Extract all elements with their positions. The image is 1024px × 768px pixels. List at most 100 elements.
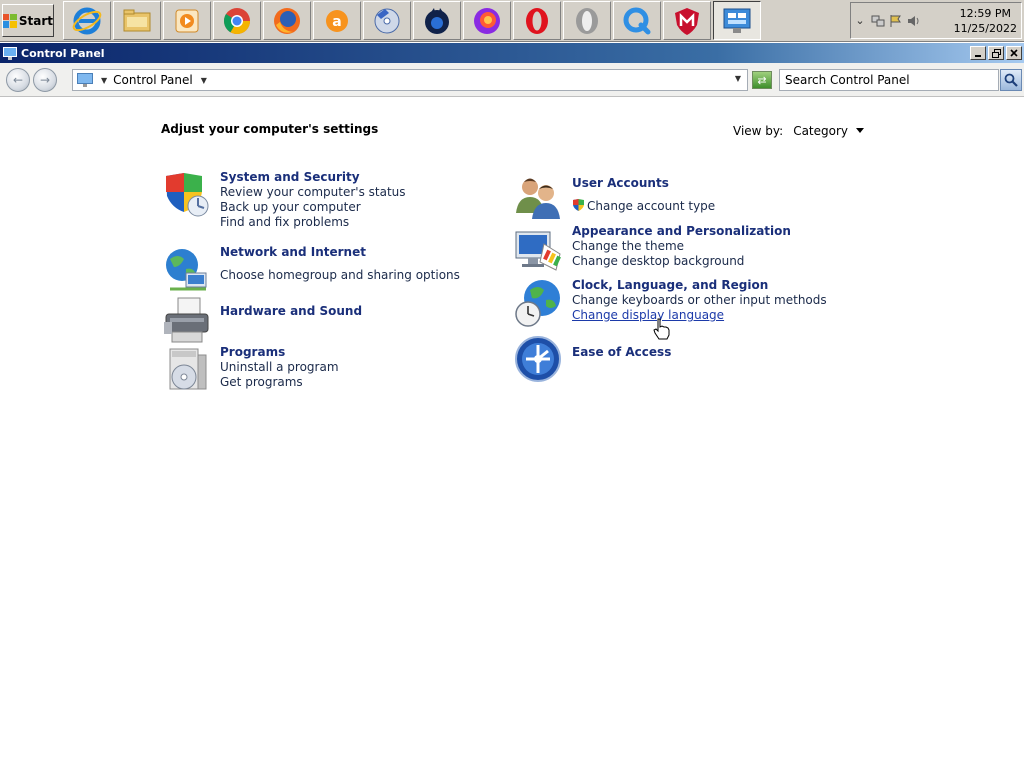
category-title-user-accounts[interactable]: User Accounts [572,176,715,191]
taskbar-file-explorer[interactable] [113,1,161,40]
close-button[interactable] [1006,46,1022,60]
media-player-icon [175,9,199,32]
link-change-account-type-label: Change account type [587,199,716,213]
forward-button[interactable]: → [33,68,57,92]
category-text: Clock, Language, and Region Change keybo… [572,278,827,328]
network-icon[interactable] [869,12,887,30]
shield-icon[interactable] [162,170,212,220]
chrome-icon [223,7,251,34]
link-change-display-language[interactable]: Change display language [572,308,827,323]
category-appearance-personalization: Appearance and Personalization Change th… [514,224,791,274]
category-network-and-internet: Network and Internet Choose homegroup an… [162,245,460,295]
link-change-account-type[interactable]: Change account type [572,198,715,214]
search-button[interactable] [1000,69,1022,91]
forward-arrow-icon: → [39,73,51,87]
category-text: User Accounts Change account type [572,173,715,223]
category-text: Appearance and Personalization Change th… [572,224,791,274]
refresh-icon: ⇄ [757,73,767,87]
category-text: Hardware and Sound [220,296,362,346]
breadcrumb-separator-icon[interactable]: ▼ [101,76,107,85]
category-text: Ease of Access [572,335,671,385]
taskbar-mcafee[interactable] [663,1,711,40]
link-change-theme[interactable]: Change the theme [572,239,791,254]
uac-shield-icon [573,199,584,211]
category-title-programs[interactable]: Programs [220,345,339,360]
category-title-system-security[interactable]: System and Security [220,170,406,185]
waterfox-icon [425,7,449,34]
opera-icon [526,7,548,34]
category-title-clock-language[interactable]: Clock, Language, and Region [572,278,827,293]
action-center-flag-icon[interactable] [887,12,905,30]
link-homegroup-sharing[interactable]: Choose homegroup and sharing options [220,268,460,283]
link-review-status[interactable]: Review your computer's status [220,185,406,200]
category-title-network-internet[interactable]: Network and Internet [220,245,460,260]
show-hidden-icons-icon[interactable]: ⌄ [851,12,869,30]
programs-disc-icon[interactable] [162,345,212,395]
back-button[interactable]: ← [6,68,30,92]
link-get-programs[interactable]: Get programs [220,375,339,390]
clock-globe-icon[interactable] [514,278,564,328]
taskbar-opera-gx[interactable] [563,1,611,40]
taskbar-waterfox[interactable] [413,1,461,40]
window-title: Control Panel [21,46,105,60]
category-text: Programs Uninstall a program Get program… [220,345,339,395]
category-system-and-security: System and Security Review your computer… [162,170,406,230]
taskbar-avast[interactable]: a [313,1,361,40]
svg-text:a: a [332,14,341,30]
category-title-appearance[interactable]: Appearance and Personalization [572,224,791,239]
system-tray: ⌄ 12:59 PM 11/25/2022 [850,2,1022,39]
taskbar-quicktime[interactable] [613,1,661,40]
firefox-nightly-icon [474,7,500,34]
users-icon[interactable] [514,173,564,223]
refresh-button[interactable]: ⇄ [752,71,772,89]
quicktime-icon [623,7,651,34]
category-ease-of-access: Ease of Access [514,335,671,385]
taskbar-control-panel[interactable] [713,1,761,40]
search-icon [1004,73,1018,87]
category-programs: Programs Uninstall a program Get program… [162,345,339,395]
view-by-dropdown[interactable]: Category [793,124,865,138]
address-bar[interactable]: ▼ Control Panel ▼ ▼ [72,69,748,91]
link-fix-problems[interactable]: Find and fix problems [220,215,406,230]
ease-of-access-icon[interactable] [514,335,564,385]
printer-icon[interactable] [162,296,212,346]
taskbar-internet-explorer[interactable] [63,1,111,40]
restore-button[interactable] [988,46,1004,60]
taskbar-opera[interactable] [513,1,561,40]
taskbar-disc-burner[interactable] [363,1,411,40]
firefox-icon [274,7,300,34]
view-by: View by: Category [733,124,865,138]
file-explorer-icon [123,9,151,31]
control-panel-icon [77,73,93,87]
monitor-palette-icon[interactable] [514,224,564,274]
search-input[interactable]: Search Control Panel [779,69,999,91]
clock-time: 12:59 PM [959,6,1011,20]
breadcrumb-dropdown-icon[interactable]: ▼ [201,76,207,85]
restore-icon [991,48,1001,58]
minimize-icon [975,55,981,57]
link-change-keyboards[interactable]: Change keyboards or other input methods [572,293,827,308]
start-button[interactable]: Start [2,4,54,37]
category-title-ease-of-access[interactable]: Ease of Access [572,345,671,360]
taskbar-media-player[interactable] [163,1,211,40]
breadcrumb-control-panel[interactable]: Control Panel [113,73,193,87]
network-globe-icon[interactable] [162,245,212,295]
link-uninstall-program[interactable]: Uninstall a program [220,360,339,375]
clock[interactable]: 12:59 PM 11/25/2022 [954,6,1017,36]
window-titlebar[interactable]: Control Panel [0,43,1024,63]
volume-icon[interactable] [905,12,923,30]
chevron-down-icon [856,128,865,133]
control-panel-icon [3,46,17,60]
category-title-hardware-sound[interactable]: Hardware and Sound [220,304,362,319]
view-by-label: View by: [733,124,784,138]
taskbar-firefox-nightly[interactable] [463,1,511,40]
link-change-desktop-background[interactable]: Change desktop background [572,254,791,269]
link-back-up[interactable]: Back up your computer [220,200,406,215]
taskbar-firefox[interactable] [263,1,311,40]
view-by-value: Category [793,124,849,138]
address-history-dropdown-icon[interactable]: ▼ [735,74,741,83]
taskbar-chrome[interactable] [213,1,261,40]
minimize-button[interactable] [970,46,986,60]
windows-logo-icon [3,13,17,28]
internet-explorer-icon [72,7,102,34]
